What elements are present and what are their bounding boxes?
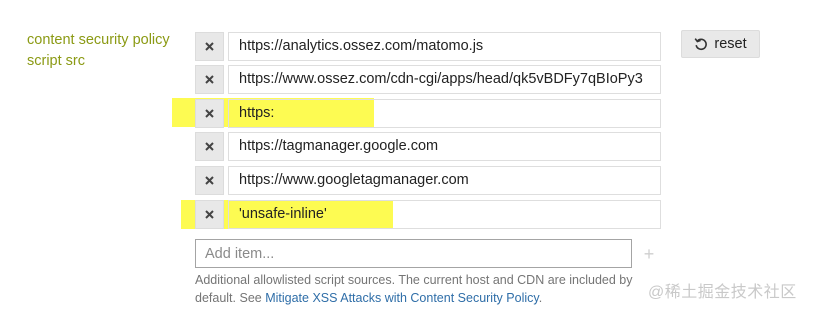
item-value-field[interactable]: https://tagmanager.google.com bbox=[228, 132, 661, 161]
item-value-field[interactable]: https://analytics.ossez.com/matomo.js bbox=[228, 32, 661, 61]
watermark: @稀土掘金技术社区 bbox=[648, 284, 797, 301]
setting-label-line1: content security policy bbox=[27, 32, 170, 48]
close-icon bbox=[205, 75, 214, 84]
csp-docs-link[interactable]: Mitigate XSS Attacks with Content Securi… bbox=[265, 291, 539, 305]
close-icon bbox=[205, 109, 214, 118]
add-item-button[interactable]: + bbox=[638, 241, 660, 267]
close-icon bbox=[205, 42, 214, 51]
item-value-field[interactable]: https: bbox=[228, 99, 661, 128]
close-icon bbox=[205, 176, 214, 185]
description-suffix: . bbox=[538, 290, 543, 305]
remove-item-button[interactable] bbox=[195, 32, 224, 61]
close-icon bbox=[205, 142, 214, 151]
reset-label: reset bbox=[714, 36, 747, 52]
item-value-field[interactable]: https://www.googletagmanager.com bbox=[228, 166, 661, 195]
item-value-field[interactable]: 'unsafe-inline' bbox=[228, 200, 661, 229]
remove-item-button[interactable] bbox=[195, 65, 224, 94]
close-icon bbox=[205, 210, 214, 219]
remove-item-button[interactable] bbox=[195, 200, 224, 229]
remove-item-button[interactable] bbox=[195, 132, 224, 161]
setting-label-line2: script src bbox=[27, 53, 85, 69]
remove-item-button[interactable] bbox=[195, 166, 224, 195]
setting-description: Additional allowlisted script sources. T… bbox=[195, 272, 665, 307]
reset-button[interactable]: reset bbox=[681, 30, 760, 58]
item-value-field[interactable]: https://www.ossez.com/cdn-cgi/apps/head/… bbox=[228, 65, 661, 94]
undo-icon bbox=[694, 38, 708, 51]
add-item-input[interactable] bbox=[195, 239, 632, 268]
remove-item-button[interactable] bbox=[195, 99, 224, 128]
site-setting-panel: content security policy script src https… bbox=[0, 0, 815, 310]
setting-label: content security policy script src bbox=[27, 30, 192, 72]
